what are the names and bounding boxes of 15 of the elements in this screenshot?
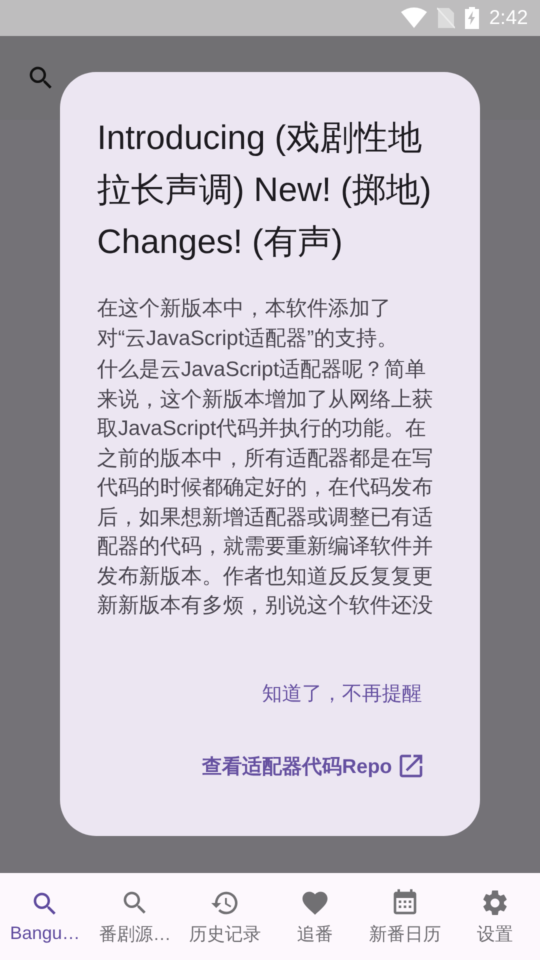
repo-link-button[interactable]: 查看适配器代码Repo [198,745,426,787]
nav-tab[interactable]: 设置 [450,873,540,960]
nav-tab[interactable]: Bangu… [0,873,90,960]
nav-tab[interactable]: 新番日历 [360,873,450,960]
dismiss-button[interactable]: 知道了，不再提醒 [258,674,426,713]
body-paragraph: 在这个新版本中，本软件添加了对“云JavaScript适配器”的支持。 [97,296,400,352]
nav-tab[interactable]: 番剧源… [90,873,180,960]
battery-charging-icon [465,7,480,29]
nav-tab[interactable]: 历史记录 [180,873,270,960]
nav-tab[interactable]: 追番 [270,873,360,960]
body-paragraph: 什么是云JavaScript适配器呢？简单来说，这个新版本增加了从网络上获取JavaScript代码并执行的功能。在之前的版本中，所有适配器都是在写代码的时候都确定好的，在代码发布后，如果想新增适配器或调整已有适配器的代码，就需要重新编译软件并发布新版本。作者也知道反反复复更新新版本有多烦，别说这个软件还没 [97,357,434,619]
dialog-title: Introducing (戏剧性地拉长声调) New! (掷地) Changes! (有声) [97,118,432,263]
no-sim-icon [437,7,456,29]
wifi-icon [401,7,428,29]
clock-time: 2:42 [489,6,528,30]
